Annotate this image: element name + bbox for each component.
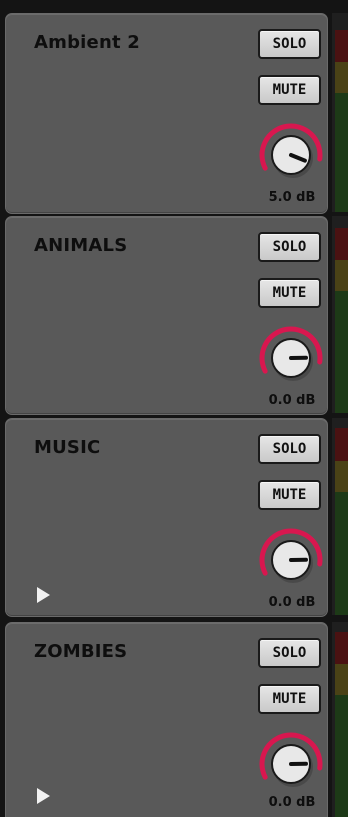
play-icon[interactable] (37, 587, 50, 603)
mute-button[interactable]: MUTE (258, 75, 321, 105)
channel-strip: ZOMBIES SOLO MUTE 0.0 dB (5, 622, 328, 817)
play-icon[interactable] (37, 788, 50, 804)
gain-readout: 0.0 dB (268, 393, 316, 408)
solo-button[interactable]: SOLO (258, 434, 321, 464)
gain-knob[interactable] (256, 523, 326, 593)
channel-name: ZOMBIES (34, 641, 128, 662)
channel-strip: Ambient 2 SOLO MUTE 5.0 dB (5, 13, 328, 214)
gain-readout: 0.0 dB (268, 595, 316, 610)
channel-name: ANIMALS (34, 235, 128, 256)
channel-name: MUSIC (34, 437, 101, 458)
channel-name: Ambient 2 (34, 32, 140, 53)
level-meter (332, 216, 348, 413)
mute-button[interactable]: MUTE (258, 684, 321, 714)
gain-readout: 5.0 dB (268, 190, 316, 205)
channel-strip: MUSIC SOLO MUTE 0.0 dB (5, 418, 328, 617)
solo-button[interactable]: SOLO (258, 232, 321, 262)
gain-knob[interactable] (256, 321, 326, 391)
gain-readout: 0.0 dB (268, 795, 316, 810)
channel-strip: ANIMALS SOLO MUTE 0.0 dB (5, 216, 328, 415)
level-meter (332, 418, 348, 615)
mute-button[interactable]: MUTE (258, 278, 321, 308)
level-meter (332, 622, 348, 817)
mute-button[interactable]: MUTE (258, 480, 321, 510)
solo-button[interactable]: SOLO (258, 638, 321, 668)
level-meter (332, 13, 348, 212)
gain-knob[interactable] (256, 727, 326, 797)
solo-button[interactable]: SOLO (258, 29, 321, 59)
gain-knob[interactable] (256, 118, 326, 188)
